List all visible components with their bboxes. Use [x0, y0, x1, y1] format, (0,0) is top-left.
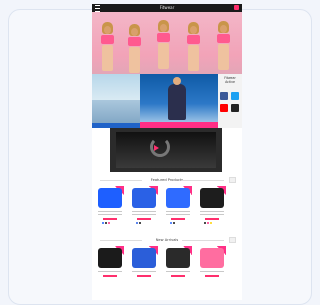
product-image[interactable] — [98, 248, 122, 268]
hero-model-1 — [99, 22, 115, 74]
product-title-line — [166, 214, 190, 215]
color-swatches[interactable] — [170, 222, 186, 224]
cart-icon[interactable] — [234, 5, 239, 10]
hero-model-3 — [155, 20, 171, 74]
top-navigation-bar: Fitwear — [92, 4, 242, 12]
youtube-icon[interactable] — [220, 104, 228, 112]
section-next-arrow[interactable] — [229, 237, 236, 243]
promo-logo-text: Fitwear Active — [224, 76, 236, 84]
product-price — [137, 218, 151, 220]
product-title-line — [132, 214, 156, 215]
product-price — [103, 218, 117, 220]
product-card[interactable] — [198, 246, 226, 290]
product-title-line — [166, 271, 190, 272]
product-title-line — [132, 211, 156, 212]
mobile-site-preview: Fitwear Fitwear Active Featured Products… — [92, 4, 242, 300]
product-card[interactable] — [130, 246, 158, 290]
product-card[interactable] — [164, 246, 192, 290]
product-price — [103, 275, 117, 277]
product-title-line — [98, 271, 122, 272]
twitter-icon[interactable] — [231, 92, 239, 100]
product-title-line — [200, 271, 224, 272]
product-image[interactable] — [166, 248, 190, 268]
brand-name[interactable]: Fitwear — [92, 5, 242, 11]
product-card[interactable] — [96, 246, 124, 290]
product-card[interactable] — [96, 186, 124, 230]
product-title-line — [132, 271, 156, 272]
section-divider-right — [182, 240, 224, 241]
product-image[interactable] — [200, 248, 224, 268]
product-price — [205, 218, 219, 220]
hero-model-2 — [126, 24, 142, 74]
section-new-arrivals: New Arrivals — [92, 236, 242, 244]
product-title-line — [200, 211, 224, 212]
color-swatches[interactable] — [102, 222, 118, 224]
product-title-line — [200, 214, 224, 215]
video-play-icon[interactable] — [154, 145, 159, 151]
hero-model-4 — [185, 22, 201, 74]
promo-strip: Fitwear Active — [92, 74, 242, 128]
product-price — [171, 275, 185, 277]
video-subject — [150, 137, 170, 157]
product-title-line — [98, 211, 122, 212]
product-title-line — [98, 214, 122, 215]
product-image[interactable] — [132, 188, 156, 208]
promo-left-tiles[interactable] — [92, 74, 140, 128]
product-image[interactable] — [200, 188, 224, 208]
product-image[interactable] — [132, 248, 156, 268]
color-swatches[interactable] — [136, 222, 152, 224]
product-image[interactable] — [98, 188, 122, 208]
promo-feature-image[interactable] — [140, 74, 218, 128]
hero-banner[interactable] — [92, 12, 242, 74]
color-swatches[interactable] — [204, 222, 220, 224]
promo-social-panel: Fitwear Active — [218, 74, 242, 128]
promo-figure — [168, 77, 186, 120]
pinterest-icon[interactable] — [231, 104, 239, 112]
facebook-icon[interactable] — [220, 92, 228, 100]
product-card[interactable] — [130, 186, 158, 230]
product-title-line — [166, 211, 190, 212]
product-price — [171, 218, 185, 220]
section-next-arrow[interactable] — [229, 177, 236, 183]
promo-video[interactable] — [110, 128, 222, 172]
product-card[interactable] — [198, 186, 226, 230]
section-divider-right — [182, 180, 224, 181]
hero-model-5 — [215, 21, 231, 74]
promo-tile-top[interactable] — [92, 74, 140, 100]
product-card[interactable] — [164, 186, 192, 230]
product-image[interactable] — [166, 188, 190, 208]
product-price — [137, 275, 151, 277]
section-featured: Featured Products — [92, 176, 242, 184]
product-price — [205, 275, 219, 277]
